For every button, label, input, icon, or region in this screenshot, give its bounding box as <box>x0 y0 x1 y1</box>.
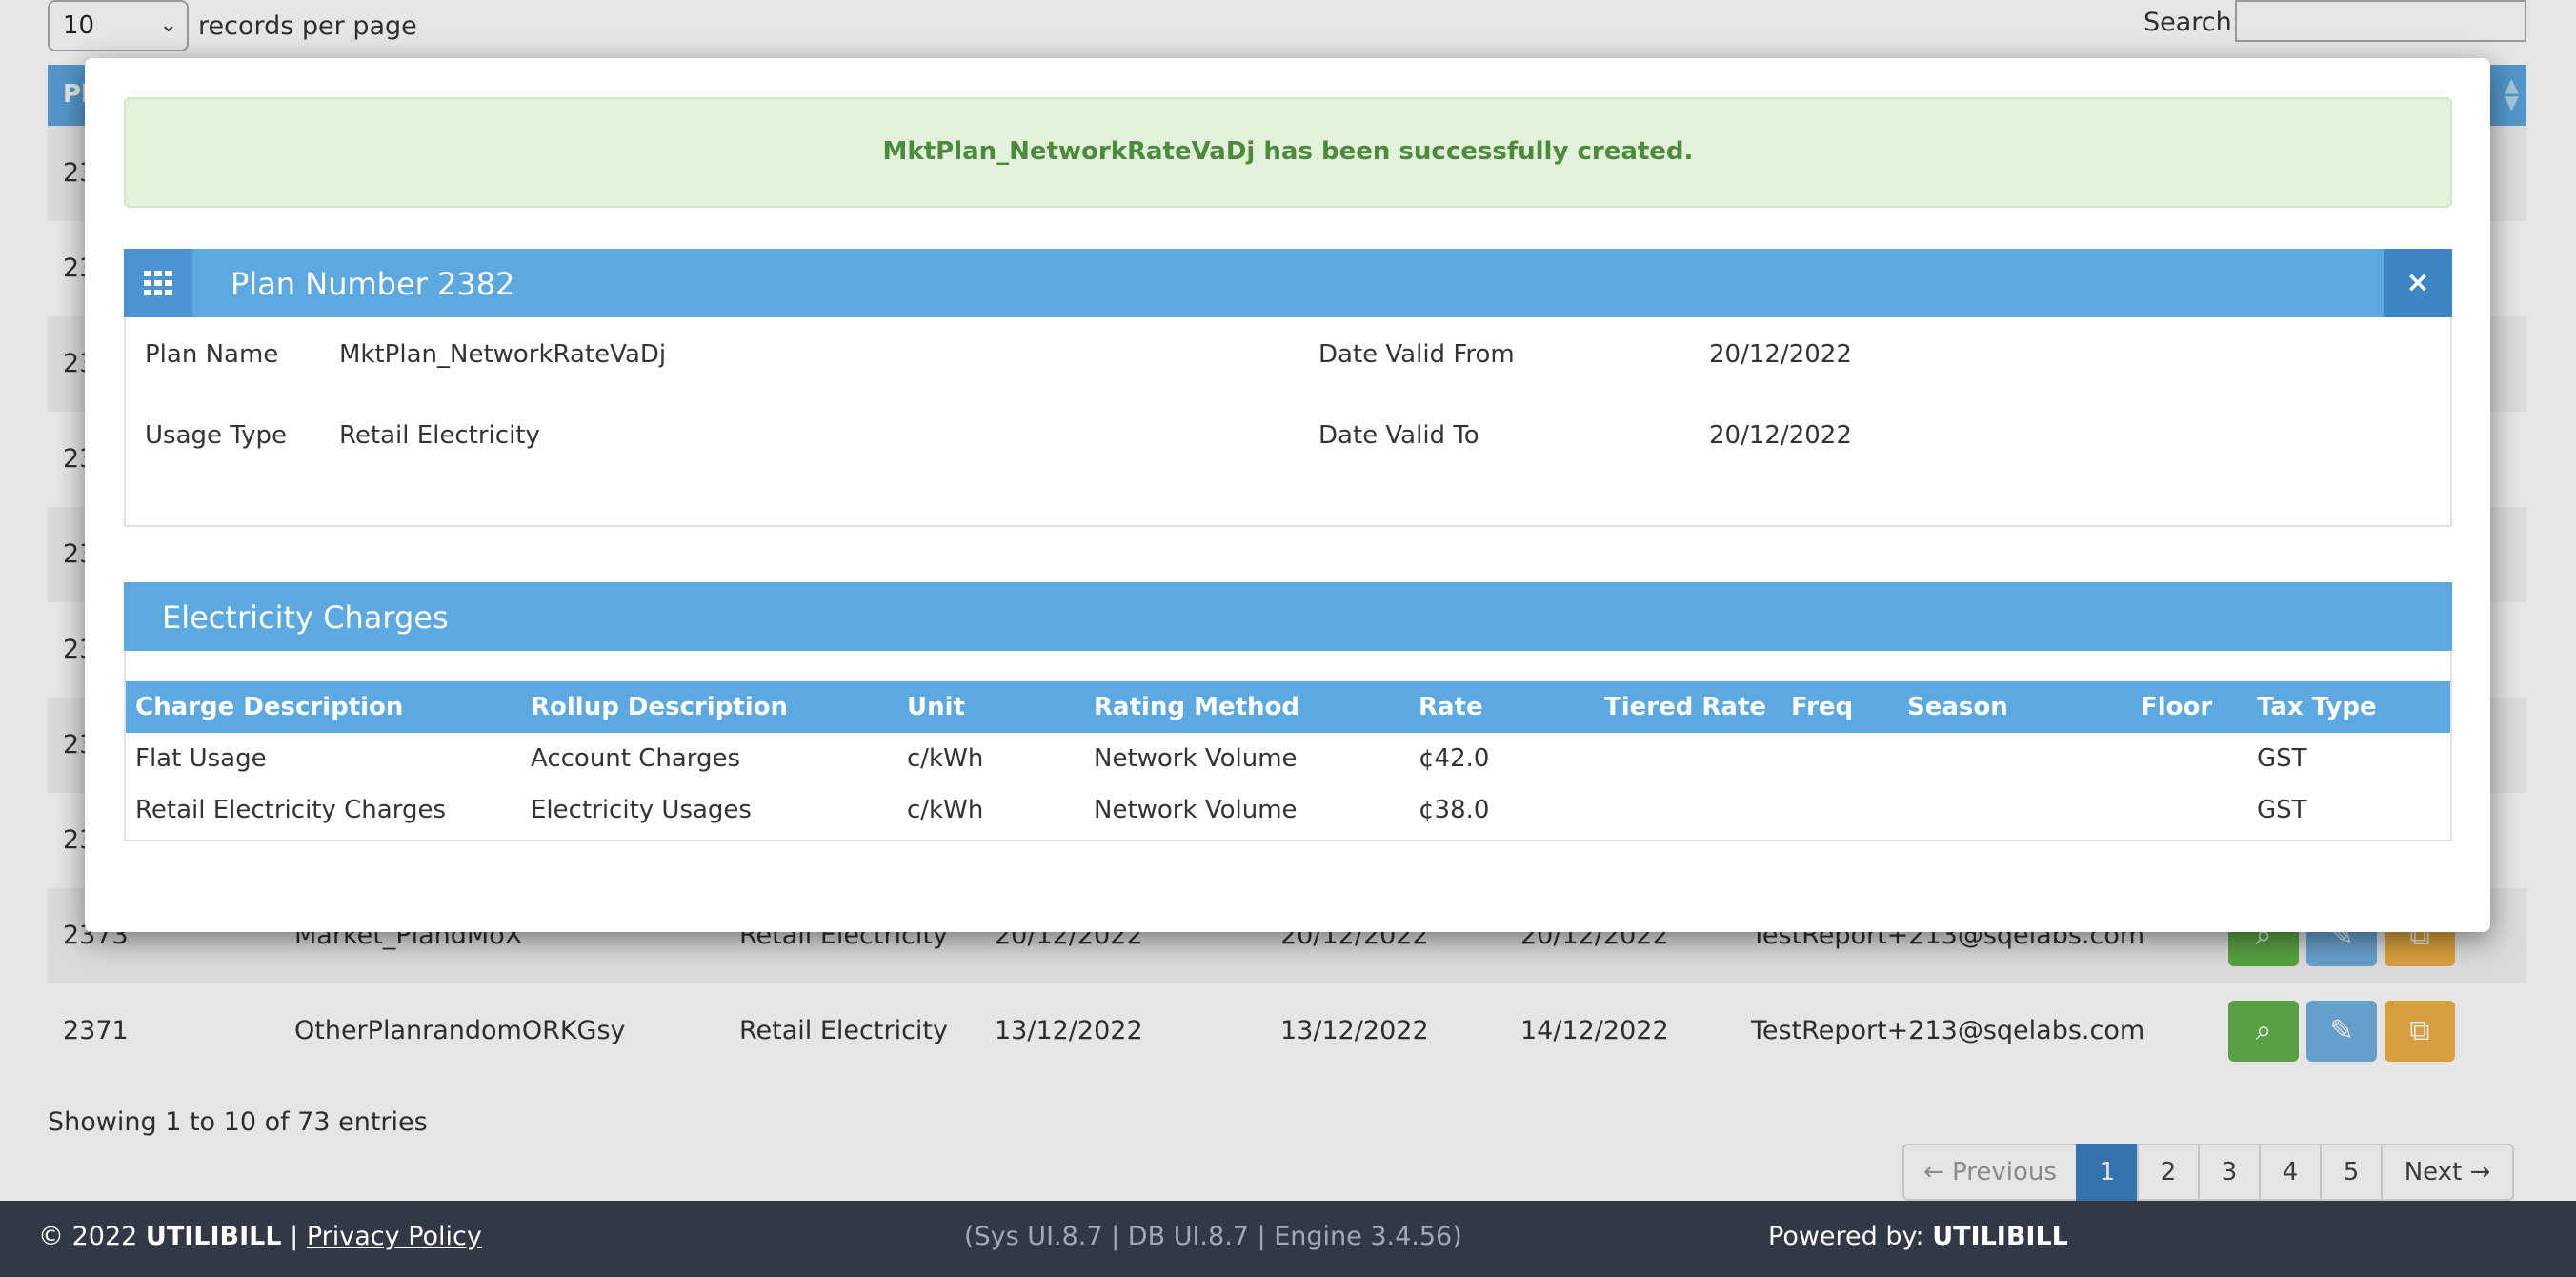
valid-to-label: Date Valid To <box>1318 421 1479 450</box>
charge-row: Retail Electricity Charges Electricity Us… <box>126 784 2450 836</box>
powered-by-label: Powered by: <box>1768 1222 1924 1251</box>
plan-detail-modal: MktPlan_NetworkRateVaDj has been success… <box>85 58 2490 932</box>
grid-icon[interactable] <box>124 249 192 317</box>
plan-name-label: Plan Name <box>145 340 279 369</box>
valid-to-value: 20/12/2022 <box>1709 421 1852 450</box>
column-header-rating-method: Rating Method <box>1094 693 1299 721</box>
column-header-tax-type: Tax Type <box>2257 693 2377 721</box>
charges-panel-header: Electricity Charges <box>124 582 2452 651</box>
column-header-rollup-description: Rollup Description <box>531 693 789 721</box>
column-header-rate: Rate <box>1419 693 1483 721</box>
tax-type-cell: GST <box>2257 796 2307 824</box>
plan-details: Plan Name MktPlan_NetworkRateVaDj Date V… <box>124 317 2452 527</box>
version-info: (Sys UI.8.7 | DB UI.8.7 | Engine 3.4.56) <box>964 1222 1462 1251</box>
column-header-charge-description: Charge Description <box>135 693 404 721</box>
powered-by: Powered by: UTILIBILL <box>1768 1222 2068 1251</box>
footer-separator: | <box>290 1222 299 1251</box>
footer-copyright: © 2022 UTILIBILL | Privacy Policy <box>38 1222 482 1251</box>
usage-type-label: Usage Type <box>145 421 287 450</box>
column-header-unit: Unit <box>907 693 965 721</box>
tax-type-cell: GST <box>2257 744 2307 773</box>
charges-table-header: Charge Description Rollup Description Unit… <box>126 681 2450 733</box>
plan-name-value: MktPlan_NetworkRateVaDj <box>339 340 667 369</box>
footer-brand: UTILIBILL <box>145 1222 282 1251</box>
privacy-policy-link[interactable]: Privacy Policy <box>307 1222 482 1251</box>
success-alert: MktPlan_NetworkRateVaDj has been success… <box>124 97 2452 208</box>
column-header-floor: Floor <box>2141 693 2213 721</box>
rate-cell: ¢42.0 <box>1419 744 1490 773</box>
charge-row: Flat Usage Account Charges c/kWh Network Vo… <box>126 733 2450 784</box>
valid-from-value: 20/12/2022 <box>1709 340 1852 369</box>
rating-method-cell: Network Volume <box>1094 796 1298 824</box>
unit-cell: c/kWh <box>907 744 984 773</box>
rollup-description-cell: Account Charges <box>531 744 741 773</box>
charges-title: Electricity Charges <box>162 599 449 636</box>
charge-description-cell: Retail Electricity Charges <box>135 796 446 824</box>
column-header-season: Season <box>1907 693 2008 721</box>
plan-title: Plan Number 2382 <box>231 266 515 302</box>
rate-cell: ¢38.0 <box>1419 796 1490 824</box>
column-header-tiered-rate: Tiered Rate <box>1604 693 1767 721</box>
copyright-text: © 2022 <box>38 1222 138 1251</box>
close-icon[interactable]: × <box>2384 249 2452 317</box>
charge-description-cell: Flat Usage <box>135 744 267 773</box>
valid-from-label: Date Valid From <box>1318 340 1515 369</box>
rating-method-cell: Network Volume <box>1094 744 1298 773</box>
usage-type-value: Retail Electricity <box>339 421 540 450</box>
rollup-description-cell: Electricity Usages <box>531 796 752 824</box>
plan-panel-header: Plan Number 2382 × <box>124 249 2452 317</box>
column-header-freq: Freq <box>1791 693 1854 721</box>
footer: © 2022 UTILIBILL | Privacy Policy (Sys U… <box>0 1201 2576 1277</box>
powered-by-brand: UTILIBILL <box>1932 1222 2068 1251</box>
charges-table: Charge Description Rollup Description Unit… <box>124 651 2452 841</box>
unit-cell: c/kWh <box>907 796 984 824</box>
